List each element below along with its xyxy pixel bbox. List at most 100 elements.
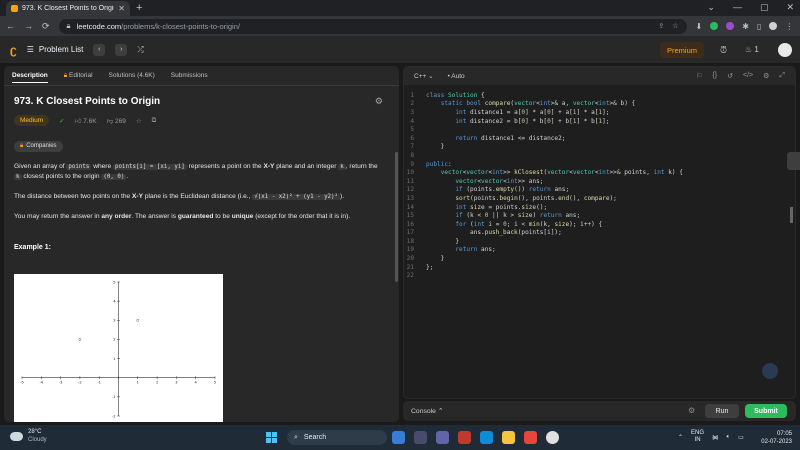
extension-icon[interactable] xyxy=(726,22,735,30)
code-line[interactable]: 22 xyxy=(404,271,795,280)
cloud-icon xyxy=(10,432,23,441)
code-line[interactable]: 16 for (int i = 0; i < min(k, size); i++… xyxy=(404,220,795,229)
close-window-button[interactable]: ✕ xyxy=(786,2,794,13)
teams-icon[interactable] xyxy=(436,431,449,444)
widgets-icon[interactable] xyxy=(414,431,427,444)
code-line[interactable]: 4 int distance2 = b[0] * b[0] + b[1] * b… xyxy=(404,117,795,126)
code-line[interactable]: 6 return distance1 <= distance2; xyxy=(404,134,795,143)
favorite-star-icon[interactable]: ☆ xyxy=(136,117,142,125)
address-bar[interactable]: 🔒︎ leetcode.com/problems/k-closest-point… xyxy=(58,18,687,34)
chat-bubble-icon[interactable] xyxy=(762,363,778,379)
extension-icon[interactable] xyxy=(710,22,719,30)
chevron-down-icon[interactable]: ⌄ xyxy=(707,2,715,13)
windows-start-icon[interactable] xyxy=(266,432,277,443)
search-label: Search xyxy=(303,434,327,441)
code-line[interactable]: 19 return ans; xyxy=(404,246,795,255)
premium-button[interactable]: Premium xyxy=(660,42,704,58)
browser-tab[interactable]: 973. K Closest Points to Origin - LeetC … xyxy=(6,1,130,16)
shuffle-icon[interactable]: ⤮ xyxy=(137,45,143,55)
app-icon[interactable] xyxy=(458,431,471,444)
settings-icon[interactable]: ⚙ xyxy=(375,96,383,107)
reset-icon[interactable]: ↺ xyxy=(727,72,733,80)
code-line[interactable]: 14 int size = points.size(); xyxy=(404,203,795,212)
scrollbar[interactable] xyxy=(395,152,398,282)
settings-icon[interactable]: ⚙ xyxy=(688,406,695,415)
code-line[interactable]: 7 } xyxy=(404,143,795,152)
code-icon[interactable]: </> xyxy=(743,72,753,80)
code-line[interactable]: 5 xyxy=(404,125,795,134)
code-line[interactable]: 11 vector<vector<int>> ans; xyxy=(404,177,795,186)
next-problem-button[interactable]: › xyxy=(115,43,128,56)
file-explorer-icon[interactable] xyxy=(502,431,515,444)
bookmark-star-icon[interactable]: ☆ xyxy=(672,22,678,30)
code-line[interactable]: 3 int distance1 = a[0] * a[0] + a[1] * a… xyxy=(404,108,795,117)
office-icon[interactable] xyxy=(524,431,537,444)
leetcode-logo-icon[interactable]: ʗ xyxy=(10,43,17,57)
like-button[interactable]: 👍︎ 7.6K xyxy=(75,117,97,125)
weather-widget[interactable]: 28°C Cloudy xyxy=(10,429,47,444)
dislike-button[interactable]: 👎︎ 269 xyxy=(107,117,126,125)
edge-icon[interactable] xyxy=(480,431,493,444)
thumbs-down-icon: 👎︎ xyxy=(106,117,114,125)
user-avatar[interactable] xyxy=(778,43,792,57)
minimize-button[interactable]: — xyxy=(733,2,742,13)
tab-editorial[interactable]: 🔒︎ Editorial xyxy=(64,72,93,80)
code-line[interactable]: 17 ans.push_back(points[i]); xyxy=(404,229,795,238)
taskbar-clock[interactable]: 07:05 02-07-2023 xyxy=(752,430,792,446)
battery-icon[interactable]: ▭ xyxy=(738,434,744,441)
code-line[interactable]: 10 vector<vector<int>> kClosest(vector<v… xyxy=(404,168,795,177)
streak-counter[interactable]: ♨ 1 xyxy=(745,45,759,54)
bookmark-icon[interactable]: ⚐ xyxy=(696,72,702,80)
chevron-up-icon[interactable]: ⌃ xyxy=(678,434,683,441)
task-view-icon[interactable] xyxy=(392,431,405,444)
share-icon[interactable]: ⇪ xyxy=(658,22,664,30)
reload-icon[interactable]: ⟳ xyxy=(42,21,50,32)
submit-button[interactable]: Submit xyxy=(745,404,787,418)
profile-avatar[interactable] xyxy=(769,22,778,30)
settings-icon[interactable]: ⚙ xyxy=(763,72,769,80)
autocomplete-mode[interactable]: • Auto xyxy=(448,73,465,80)
maximize-button[interactable]: ▢ xyxy=(760,2,769,13)
code-line[interactable]: 15 if (k < 0 || k > size) return ans; xyxy=(404,211,795,220)
taskbar-search[interactable]: ⌕ Search xyxy=(287,430,387,445)
wifi-icon[interactable]: ᯼ xyxy=(712,433,718,441)
chrome-icon[interactable] xyxy=(546,431,559,444)
code-line[interactable]: 2 static bool compare(vector<int>& a, ve… xyxy=(404,100,795,109)
prev-problem-button[interactable]: ‹ xyxy=(93,43,106,56)
share-link-icon[interactable]: ⧉ xyxy=(152,117,157,125)
code-editor[interactable]: 1 class Solution {2 static bool compare(v… xyxy=(404,85,795,280)
download-icon[interactable]: ⬇ xyxy=(696,22,703,31)
tab-submissions[interactable]: Submissions xyxy=(171,72,208,79)
code-line[interactable]: 1 class Solution { xyxy=(404,91,795,100)
code-line[interactable]: 8 xyxy=(404,151,795,160)
problem-list-link[interactable]: ☰ Problem List xyxy=(27,45,84,54)
companies-tag[interactable]: 🔒︎ Companies xyxy=(14,141,63,152)
side-notes-tab[interactable] xyxy=(787,152,800,170)
new-tab-button[interactable]: + xyxy=(136,2,142,14)
code-line[interactable]: 18 } xyxy=(404,237,795,246)
puzzle-extensions-icon[interactable]: ✱ xyxy=(742,22,749,31)
language-select[interactable]: C++ ⌄ xyxy=(414,72,434,80)
close-tab-icon[interactable]: ✕ xyxy=(118,4,125,13)
language-indicator[interactable]: ENG IN xyxy=(691,430,704,444)
tab-solutions[interactable]: Solutions (4.6K) xyxy=(109,72,155,79)
braces-icon[interactable]: {} xyxy=(712,72,717,80)
scrollbar[interactable] xyxy=(790,207,793,223)
code-line[interactable]: 12 if (points.empty()) return ans; xyxy=(404,186,795,195)
example-plot: -5 -4 -3 -2 -1 1 2 3 4 5 5 4 3 2 1 -1 -2 xyxy=(14,274,223,422)
timer-icon[interactable]: ⏰︎ xyxy=(720,45,727,56)
line-number: 1 xyxy=(410,91,414,99)
sidebar-icon[interactable]: ▯ xyxy=(757,22,761,31)
tab-description[interactable]: Description xyxy=(12,72,48,83)
code-line[interactable]: 9 public: xyxy=(404,160,795,169)
more-menu-icon[interactable]: ⋮ xyxy=(785,22,793,31)
volume-icon[interactable]: 🔈︎ xyxy=(726,434,730,441)
line-number: 2 xyxy=(410,100,414,108)
code-line[interactable]: 20 } xyxy=(404,254,795,263)
back-arrow-icon[interactable]: ← xyxy=(6,21,15,31)
run-button[interactable]: Run xyxy=(705,404,739,418)
code-line[interactable]: 21}; xyxy=(404,263,795,272)
fullscreen-icon[interactable]: ⤢ xyxy=(779,72,785,80)
code-line[interactable]: 13 sort(points.begin(), points.end(), co… xyxy=(404,194,795,203)
forward-arrow-icon[interactable]: → xyxy=(24,21,33,31)
